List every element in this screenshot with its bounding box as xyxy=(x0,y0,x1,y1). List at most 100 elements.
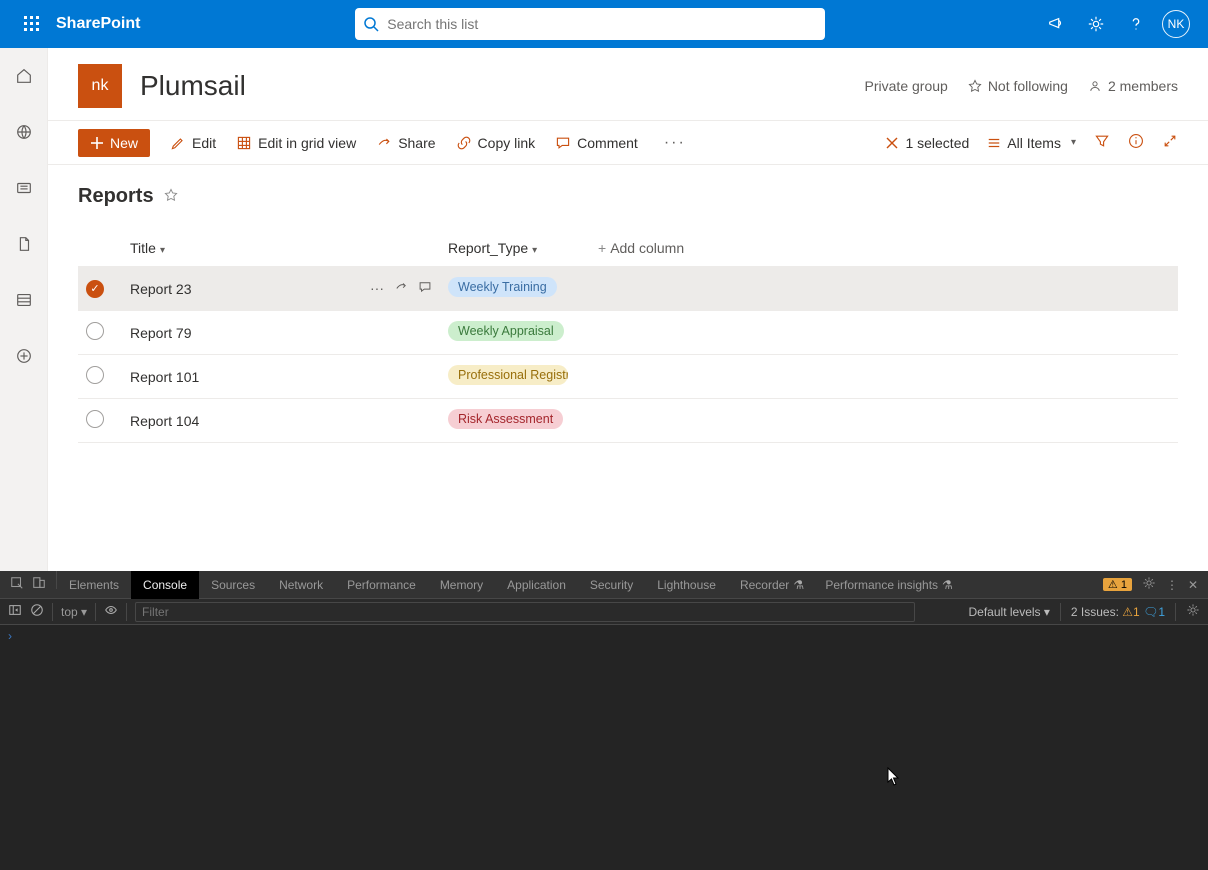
eye-icon xyxy=(104,603,118,617)
console-sidebar-button[interactable] xyxy=(8,603,22,620)
console-filter-input[interactable] xyxy=(135,602,915,622)
row-share-button[interactable] xyxy=(394,280,408,297)
members-button[interactable]: 2 members xyxy=(1088,78,1178,94)
devtools-tab-performance[interactable]: Performance xyxy=(335,571,428,599)
command-bar-left: New Edit Edit in grid view Share Copy li… xyxy=(78,129,692,157)
devtools-tab-sources[interactable]: Sources xyxy=(199,571,267,599)
devtools-close-button[interactable]: ✕ xyxy=(1188,578,1198,592)
row-title[interactable]: Report 101 xyxy=(122,355,362,399)
info-icon xyxy=(1128,133,1144,149)
add-column-button[interactable]: +Add column xyxy=(598,240,1170,256)
col-header-type[interactable]: Report_Type▾ xyxy=(440,230,590,267)
table-row[interactable]: Report 104 Risk Assessment xyxy=(78,399,1178,443)
expand-button[interactable] xyxy=(1162,133,1178,152)
clear-selection-button[interactable]: 1 selected xyxy=(885,135,969,151)
issues-warn-count: 1 xyxy=(1133,605,1140,619)
megaphone-button[interactable] xyxy=(1040,8,1072,40)
site-title[interactable]: Plumsail xyxy=(140,70,246,102)
console-settings-button[interactable] xyxy=(1186,603,1200,620)
list-icon xyxy=(15,291,33,309)
edit-button[interactable]: Edit xyxy=(170,135,216,151)
devtools-tab-security[interactable]: Security xyxy=(578,571,645,599)
search-box[interactable] xyxy=(355,8,825,40)
comment-button[interactable]: Comment xyxy=(555,135,638,151)
devtools-tab-performance-insights[interactable]: Performance insights⚗ xyxy=(813,571,962,599)
share-button[interactable]: Share xyxy=(376,135,435,151)
console-output[interactable]: › xyxy=(0,625,1208,870)
comment-icon xyxy=(555,135,571,151)
devtools-tab-console[interactable]: Console xyxy=(131,571,199,599)
devtools-tab-recorder[interactable]: Recorder⚗ xyxy=(728,571,813,599)
row-title[interactable]: Report 23 xyxy=(122,267,362,311)
new-button[interactable]: New xyxy=(78,129,150,157)
filter-button[interactable] xyxy=(1094,133,1110,152)
rail-create[interactable] xyxy=(8,340,40,372)
issues-button[interactable]: 2 Issues: ⚠1 🗨1 xyxy=(1071,605,1165,619)
devtools-more-button[interactable]: ⋮ xyxy=(1166,578,1178,592)
row-title[interactable]: Report 79 xyxy=(122,311,362,355)
devtools-tab-lighthouse[interactable]: Lighthouse xyxy=(645,571,728,599)
table-row[interactable]: ✓Report 23···Weekly Training xyxy=(78,267,1178,311)
row-comment-button[interactable] xyxy=(418,280,432,297)
grid-icon xyxy=(236,135,252,151)
table-row[interactable]: Report 79Weekly Appraisal xyxy=(78,311,1178,355)
follow-label: Not following xyxy=(988,78,1068,94)
row-selector[interactable] xyxy=(86,410,104,428)
main-area: nk Plumsail Private group Not following … xyxy=(48,48,1208,571)
grid-view-button[interactable]: Edit in grid view xyxy=(236,135,356,151)
settings-button[interactable] xyxy=(1080,8,1112,40)
copy-link-button[interactable]: Copy link xyxy=(456,135,536,151)
brand-label[interactable]: SharePoint xyxy=(56,15,140,33)
report-type-pill: Risk Assessment xyxy=(448,409,563,429)
list-table: Title▾ Report_Type▾ +Add column ✓ Report … xyxy=(78,230,1178,443)
favorite-list-button[interactable] xyxy=(164,188,178,205)
chevron-down-icon: ▾ xyxy=(160,245,165,256)
link-icon xyxy=(456,135,472,151)
new-label: New xyxy=(110,135,138,151)
rail-home[interactable] xyxy=(8,60,40,92)
star-outline-icon xyxy=(968,79,982,93)
log-levels-selector[interactable]: Default levels ▾ xyxy=(969,605,1050,619)
follow-button[interactable]: Not following xyxy=(968,78,1068,94)
row-title[interactable]: Report 104 xyxy=(122,399,362,443)
megaphone-icon xyxy=(1047,15,1065,33)
row-selector[interactable] xyxy=(86,366,104,384)
row-selector[interactable]: ✓ xyxy=(86,280,104,298)
warning-badge[interactable]: ⚠ 1 xyxy=(1103,578,1132,591)
rail-files[interactable] xyxy=(8,228,40,260)
context-selector[interactable]: top ▾ xyxy=(61,605,87,619)
devtools-tab-application[interactable]: Application xyxy=(495,571,578,599)
rail-lists[interactable] xyxy=(8,284,40,316)
rail-news[interactable] xyxy=(8,172,40,204)
inspect-element-button[interactable] xyxy=(10,576,24,593)
devtools-settings-button[interactable] xyxy=(1142,576,1156,593)
devtools-tab-memory[interactable]: Memory xyxy=(428,571,495,599)
site-logo[interactable]: nk xyxy=(78,64,122,108)
gear-icon xyxy=(1186,603,1200,617)
avatar-initials: NK xyxy=(1162,10,1190,38)
info-button[interactable] xyxy=(1128,133,1144,152)
col-header-title[interactable]: Title▾ xyxy=(122,230,362,267)
devtools-tab-network[interactable]: Network xyxy=(267,571,335,599)
device-toggle-button[interactable] xyxy=(32,576,46,593)
row-selector[interactable] xyxy=(86,322,104,340)
table-row[interactable]: Report 101Professional Registrat xyxy=(78,355,1178,399)
gear-icon xyxy=(1087,15,1105,33)
copy-label: Copy link xyxy=(478,135,536,151)
search-input[interactable] xyxy=(387,16,817,32)
live-expression-button[interactable] xyxy=(104,603,118,620)
devtools-tab-elements[interactable]: Elements xyxy=(57,571,131,599)
help-button[interactable] xyxy=(1120,8,1152,40)
rail-sites[interactable] xyxy=(8,116,40,148)
account-button[interactable]: NK xyxy=(1160,8,1192,40)
grid-label: Edit in grid view xyxy=(258,135,356,151)
levels-label: Default levels xyxy=(969,605,1041,619)
view-switcher-button[interactable]: All Items ▾ xyxy=(987,135,1076,151)
issues-warn-icon: ⚠ xyxy=(1122,605,1133,619)
more-commands-button[interactable]: ··· xyxy=(658,134,692,152)
app-launcher-button[interactable] xyxy=(8,0,56,48)
row-more-button[interactable]: ··· xyxy=(370,280,384,297)
clear-console-button[interactable] xyxy=(30,603,44,620)
view-label: All Items xyxy=(1007,135,1061,151)
privacy-label: Private group xyxy=(865,78,948,94)
